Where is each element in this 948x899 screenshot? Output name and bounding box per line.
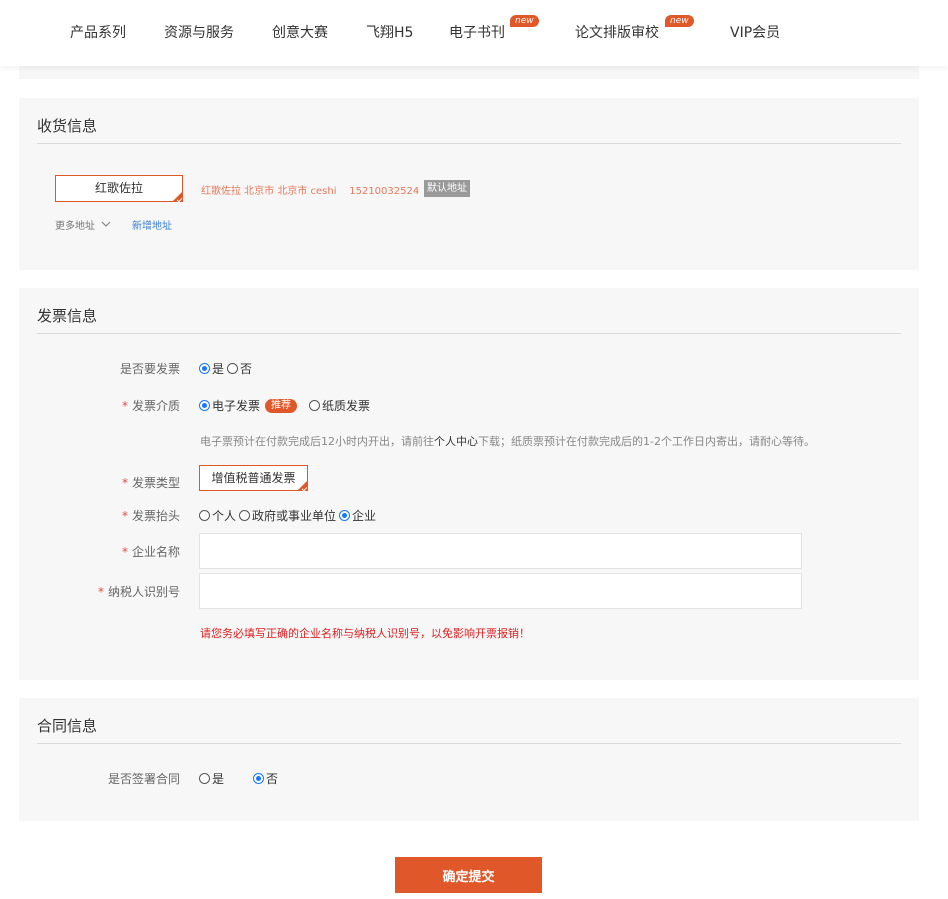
new-badge: new — [665, 15, 694, 27]
radio-circle — [199, 773, 210, 784]
company-name-input[interactable] — [199, 533, 802, 569]
radio-label: 否 — [240, 362, 253, 376]
nav-item-thesis[interactable]: 论文排版审校 new — [575, 15, 694, 42]
invoice-header-label: * 发票抬头 — [121, 509, 180, 523]
nav-item-ebook[interactable]: 电子书刊 new — [449, 15, 539, 42]
invoice-section: 发票信息 是否要发票 是 否 * 发票介质 电子发票 推荐 纸质发票 电子票预计在… — [19, 288, 919, 680]
label-text: 企业名称 — [131, 545, 180, 559]
address-name: 红歌佐拉 — [94, 181, 143, 195]
invoice-warning: 请您务必填写正确的企业名称与纳税人识别号，以免影响开票报销！ — [200, 627, 530, 640]
nav-item-resources[interactable]: 资源与服务 — [164, 22, 234, 42]
radio-circle — [227, 363, 239, 374]
label-text: 纳税人识别号 — [107, 585, 180, 599]
divider — [37, 743, 901, 744]
radio-medium-paper[interactable]: 纸质发票 — [309, 397, 370, 414]
address-detail: 红歌佐拉 北京市 北京市 ceshi 15210032524 — [201, 186, 420, 197]
personal-center-link[interactable]: 个人中心 — [434, 435, 478, 448]
hint-text: 电子票预计在付款完成后12小时内开出，请前往 — [200, 435, 434, 448]
radio-circle — [309, 400, 321, 411]
label-text: 是否签署合同 — [107, 772, 180, 786]
radio-circle — [253, 773, 265, 784]
tax-id-label: * 纳税人识别号 — [97, 585, 180, 599]
section-title: 合同信息 — [37, 717, 98, 735]
company-name-label: * 企业名称 — [121, 545, 180, 559]
hint-text: 下载；纸质票预计在付款完成后的1-2个工作日内寄出，请耐心等待。 — [478, 435, 815, 448]
radio-header-enterprise[interactable]: 企业 — [339, 507, 376, 524]
nav-label: 电子书刊 — [449, 25, 505, 41]
address-card[interactable]: 红歌佐拉 — [55, 175, 183, 202]
radio-label: 纸质发票 — [322, 399, 371, 413]
radio-label: 是 — [212, 772, 225, 786]
submit-button[interactable]: 确定提交 — [395, 857, 542, 893]
invoice-medium-radios: 电子发票 推荐 纸质发票 — [199, 397, 370, 414]
label-text: 是否要发票 — [119, 362, 180, 376]
radio-header-government[interactable]: 政府或事业单位 — [239, 507, 336, 524]
more-addresses-label: 更多地址 — [55, 221, 95, 232]
radio-circle — [239, 510, 251, 521]
nav-label: 论文排版审校 — [575, 25, 659, 41]
check-icon — [297, 480, 308, 491]
nav-label: 资源与服务 — [164, 25, 234, 41]
nav-item-vip[interactable]: VIP会员 — [730, 22, 780, 42]
need-invoice-radios: 是 否 — [199, 360, 252, 377]
contract-section: 合同信息 是否签署合同 是 否 — [19, 698, 919, 821]
chevron-down-icon — [101, 221, 111, 227]
shipping-section: 收货信息 红歌佐拉 红歌佐拉 北京市 北京市 ceshi 15210032524… — [19, 98, 919, 270]
sign-contract-radios: 是 否 — [199, 770, 278, 787]
need-invoice-label: 是否要发票 — [37, 360, 180, 377]
nav-item-h5[interactable]: 飞翔H5 — [366, 22, 413, 42]
radio-label: 是 — [212, 362, 225, 376]
radio-contract-no[interactable]: 否 — [253, 770, 278, 787]
radio-header-personal[interactable]: 个人 — [199, 507, 236, 524]
divider — [37, 333, 901, 334]
divider — [37, 143, 901, 144]
top-strip — [19, 66, 919, 79]
nav-label: 飞翔H5 — [366, 25, 414, 41]
radio-label: 否 — [266, 772, 279, 786]
radio-need-yes[interactable]: 是 — [199, 360, 224, 377]
radio-contract-yes[interactable]: 是 — [199, 770, 224, 787]
more-addresses-link[interactable]: 更多地址 — [55, 217, 111, 232]
label-text: 发票类型 — [131, 476, 180, 490]
radio-medium-electronic[interactable]: 电子发票 — [199, 397, 260, 414]
new-badge: new — [510, 15, 539, 27]
radio-label: 企业 — [352, 509, 377, 523]
section-title: 收货信息 — [37, 117, 98, 135]
radio-circle — [199, 400, 210, 411]
add-address-link[interactable]: 新增地址 — [132, 217, 172, 232]
check-icon — [172, 191, 183, 202]
radio-need-no[interactable]: 否 — [227, 360, 252, 377]
section-title: 发票信息 — [37, 307, 98, 325]
radio-label: 政府或事业单位 — [252, 509, 337, 523]
invoice-type-value: 增值税普通发票 — [211, 471, 296, 485]
invoice-type-label: * 发票类型 — [121, 476, 180, 490]
radio-label: 个人 — [212, 509, 237, 523]
tax-id-input[interactable] — [199, 573, 802, 609]
radio-label: 电子发票 — [212, 399, 261, 413]
nav-label: 创意大赛 — [272, 25, 328, 41]
nav-item-contest[interactable]: 创意大赛 — [272, 22, 328, 42]
recommend-tag: 推荐 — [265, 398, 298, 413]
radio-circle — [199, 510, 210, 521]
nav-item-products[interactable]: 产品系列 — [70, 22, 126, 42]
label-text: 发票抬头 — [131, 509, 180, 523]
nav-label: VIP会员 — [730, 25, 781, 41]
invoice-medium-label: * 发票介质 — [121, 399, 180, 413]
sign-contract-label: 是否签署合同 — [37, 770, 180, 787]
invoice-type-option[interactable]: 增值税普通发票 — [199, 465, 308, 491]
radio-circle — [339, 510, 351, 521]
invoice-hint: 电子票预计在付款完成后12小时内开出，请前往个人中心下载；纸质票预计在付款完成后… — [200, 433, 815, 449]
default-address-tag: 默认地址 — [424, 180, 470, 197]
radio-circle — [199, 363, 210, 374]
label-text: 发票介质 — [131, 399, 180, 413]
nav-label: 产品系列 — [70, 25, 126, 41]
invoice-header-radios: 个人 政府或事业单位 企业 — [199, 507, 376, 524]
top-nav: 产品系列 资源与服务 创意大赛 飞翔H5 电子书刊 new 论文排版审校 new V… — [0, 0, 948, 66]
